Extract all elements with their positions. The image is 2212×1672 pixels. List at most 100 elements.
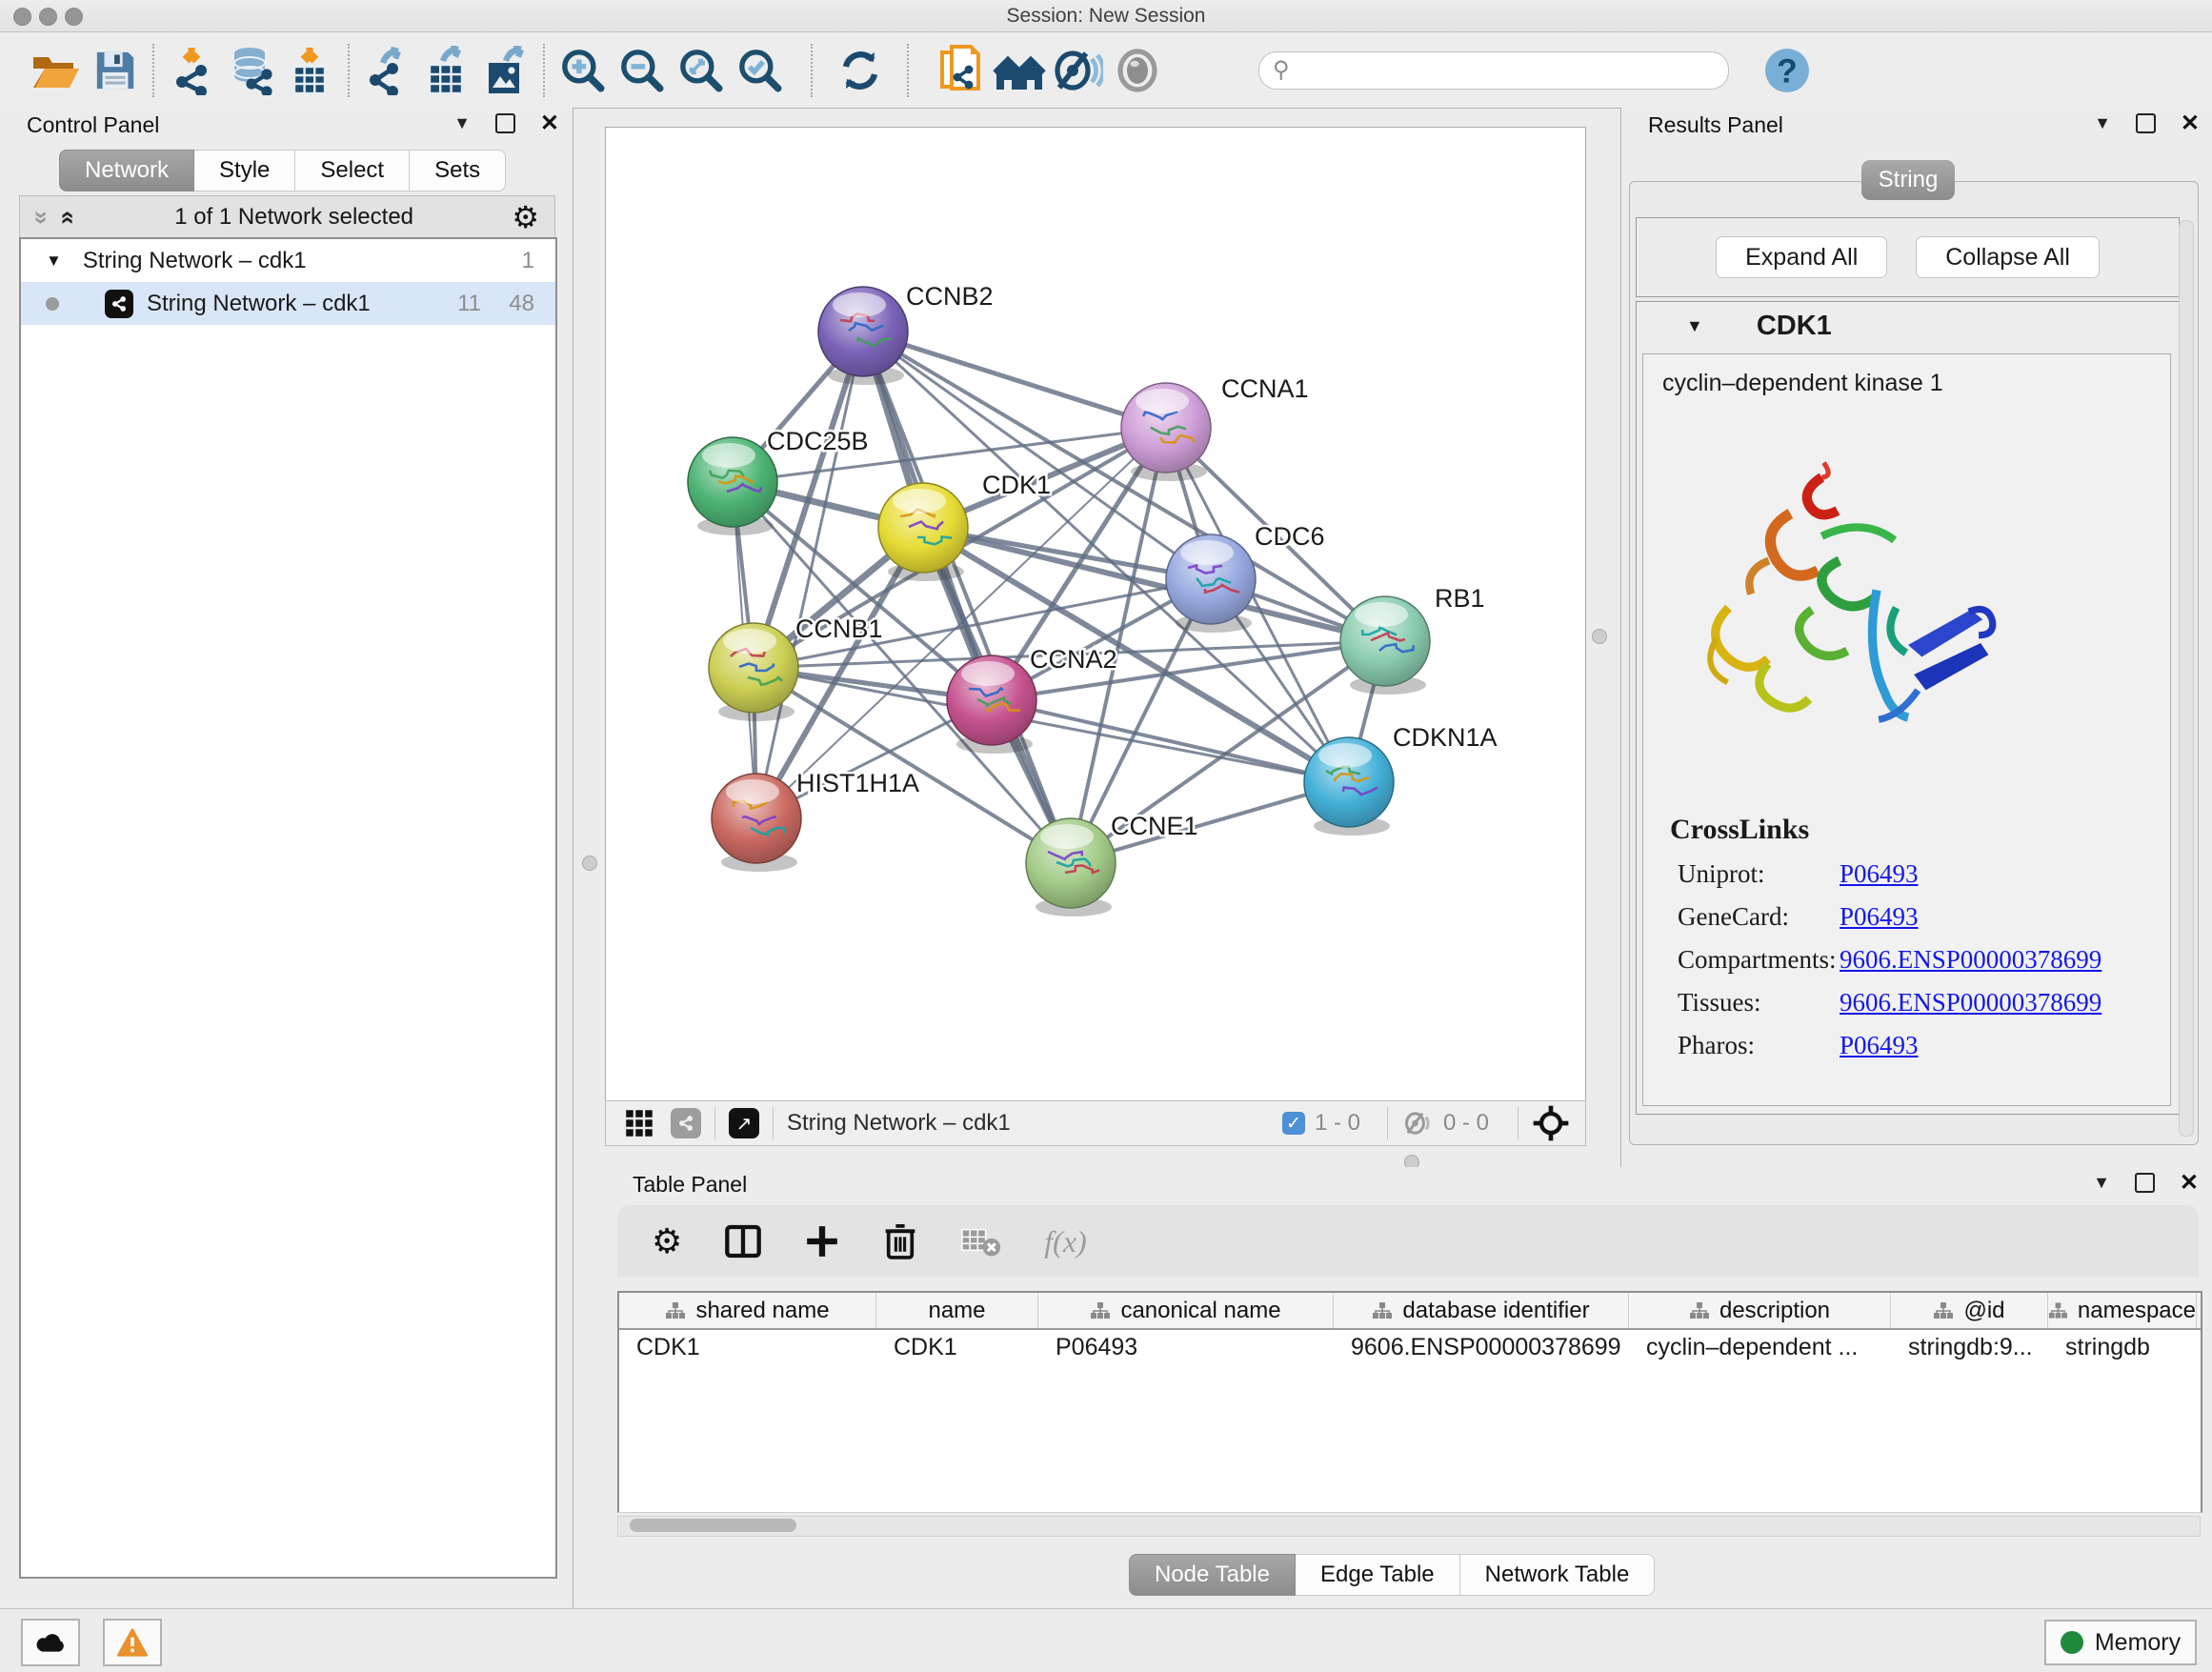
- column-header-shared-name[interactable]: shared name: [619, 1293, 876, 1328]
- cloud-status-button[interactable]: [21, 1619, 80, 1666]
- export-network-button[interactable]: [358, 43, 417, 98]
- birds-eye-view-button[interactable]: [1108, 43, 1167, 98]
- right-splitter-grip[interactable]: [1592, 629, 1607, 644]
- tab-string[interactable]: String: [1861, 160, 1955, 200]
- crosslink-link[interactable]: P06493: [1840, 859, 2170, 889]
- search-input[interactable]: [1296, 57, 1699, 84]
- table-cell[interactable]: CDK1: [619, 1330, 876, 1365]
- edge-CCNA2-CDKN1A[interactable]: [992, 700, 1349, 782]
- expand-all-networks-icon[interactable]: «: [54, 211, 84, 224]
- collection-expand-caret[interactable]: ▼: [46, 252, 62, 271]
- import-network-database-button[interactable]: [222, 43, 281, 98]
- edge-CCNB2-CCNA1[interactable]: [863, 332, 1166, 428]
- crosslink-link[interactable]: P06493: [1840, 1031, 2170, 1060]
- network-collection-row[interactable]: ▼ String Network – cdk1 1: [21, 239, 555, 282]
- table-cell[interactable]: 9606.ENSP00000378699: [1334, 1330, 1629, 1365]
- node-CDK1[interactable]: CDK1: [878, 471, 1051, 581]
- zoom-in-button[interactable]: [553, 43, 613, 98]
- show-hide-graphics-button[interactable]: [1049, 43, 1108, 98]
- table-cell[interactable]: stringdb: [2048, 1330, 2197, 1365]
- node-CCNB1[interactable]: CCNB1: [709, 614, 883, 721]
- tab-style[interactable]: Style: [194, 150, 295, 191]
- network-row[interactable]: String Network – cdk1 11 48: [21, 282, 555, 325]
- panel-menu-icon[interactable]: ▼: [453, 113, 471, 133]
- export-table-button[interactable]: [417, 43, 476, 98]
- close-panel-icon[interactable]: ✕: [540, 115, 559, 131]
- create-column-icon[interactable]: [804, 1223, 840, 1259]
- memory-button[interactable]: Memory: [2044, 1620, 2197, 1665]
- section-expand-caret[interactable]: ▼: [1686, 316, 1703, 336]
- home-button[interactable]: [990, 43, 1049, 98]
- node-CCNA1[interactable]: CCNA1: [1121, 374, 1309, 481]
- node-RB1[interactable]: RB1: [1340, 584, 1485, 695]
- scrollbar-thumb[interactable]: [630, 1519, 796, 1532]
- network-view-canvas[interactable]: CCNB2 CCNA1 CDC25B CDK1 CDC6 RB1 CCNB1: [605, 127, 1586, 1102]
- function-builder-icon[interactable]: f(x): [1044, 1224, 1086, 1259]
- delete-column-icon[interactable]: [882, 1222, 918, 1260]
- panel-menu-icon[interactable]: ▼: [2094, 113, 2111, 133]
- crosslink-link[interactable]: 9606.ENSP00000378699: [1840, 988, 2170, 1017]
- node-HIST1H1A[interactable]: HIST1H1A: [712, 769, 919, 872]
- show-columns-icon[interactable]: [724, 1222, 762, 1260]
- column-header--id[interactable]: @id: [1891, 1293, 2048, 1328]
- node-CCNA2[interactable]: CCNA2: [947, 645, 1117, 754]
- import-table-button[interactable]: [281, 43, 340, 98]
- zoom-fit-button[interactable]: [672, 43, 731, 98]
- refresh-view-button[interactable]: [831, 43, 890, 98]
- column-header-namespace[interactable]: namespace: [2048, 1293, 2197, 1328]
- node-CDC6[interactable]: CDC6: [1166, 522, 1325, 633]
- collapse-all-button[interactable]: Collapse All: [1916, 236, 2100, 278]
- crosslink-link[interactable]: P06493: [1840, 902, 2170, 932]
- table-horizontal-scrollbar[interactable]: [617, 1516, 2201, 1537]
- column-header-name[interactable]: name: [876, 1293, 1038, 1328]
- table-cell[interactable]: cyclin–dependent ...: [1629, 1330, 1891, 1365]
- table-row[interactable]: CDK1CDK1P064939606.ENSP00000378699cyclin…: [619, 1330, 2201, 1365]
- expand-all-button[interactable]: Expand All: [1716, 236, 1887, 278]
- import-network-file-button[interactable]: [163, 43, 222, 98]
- node-CCNE1[interactable]: CCNE1: [1026, 812, 1198, 917]
- column-header-description[interactable]: description: [1629, 1293, 1891, 1328]
- help-button[interactable]: ?: [1758, 43, 1817, 98]
- edge-CCNB2-HIST1H1A[interactable]: [756, 332, 863, 818]
- tab-node-table[interactable]: Node Table: [1129, 1554, 1296, 1596]
- collapse-all-networks-icon[interactable]: »: [28, 211, 57, 224]
- zoom-out-button[interactable]: [613, 43, 672, 98]
- close-panel-icon[interactable]: ✕: [2180, 1175, 2199, 1191]
- annotation-button[interactable]: [931, 43, 990, 98]
- table-cell[interactable]: stringdb:9...: [1891, 1330, 2048, 1365]
- column-header-canonical-name[interactable]: canonical name: [1038, 1293, 1334, 1328]
- selected-checkbox-icon[interactable]: ✓: [1282, 1112, 1305, 1135]
- tab-select[interactable]: Select: [295, 150, 410, 191]
- tab-network[interactable]: Network: [59, 150, 194, 191]
- network-options-gear-icon[interactable]: ⚙: [512, 202, 539, 232]
- left-splitter-grip[interactable]: [582, 856, 597, 871]
- table-cell[interactable]: P06493: [1038, 1330, 1334, 1365]
- network-icon-gray[interactable]: [671, 1108, 701, 1138]
- table-options-gear-icon[interactable]: ⚙: [652, 1224, 682, 1259]
- results-scrollbar[interactable]: [2179, 220, 2194, 1137]
- panel-menu-icon[interactable]: ▼: [2093, 1173, 2110, 1193]
- zoom-selected-button[interactable]: [731, 43, 790, 98]
- table-cell[interactable]: CDK1: [876, 1330, 1038, 1365]
- export-image-button[interactable]: [476, 43, 535, 98]
- string-network-graph[interactable]: CCNB2 CCNA1 CDC25B CDK1 CDC6 RB1 CCNB1: [606, 128, 1583, 1099]
- warnings-button[interactable]: [103, 1619, 162, 1666]
- float-panel-icon[interactable]: [2135, 1173, 2155, 1193]
- column-header-database-identifier[interactable]: database identifier: [1334, 1293, 1629, 1328]
- delete-table-icon[interactable]: [960, 1225, 1002, 1258]
- crosslink-link[interactable]: 9606.ENSP00000378699: [1840, 945, 2170, 975]
- open-in-browser-icon[interactable]: ↗: [729, 1108, 759, 1138]
- open-file-button[interactable]: [27, 43, 86, 98]
- float-panel-icon[interactable]: [495, 113, 515, 133]
- tab-network-table[interactable]: Network Table: [1460, 1554, 1656, 1596]
- tab-edge-table[interactable]: Edge Table: [1296, 1554, 1460, 1596]
- grid-view-icon[interactable]: [625, 1109, 654, 1138]
- node-CDKN1A[interactable]: CDKN1A: [1304, 723, 1498, 836]
- close-panel-icon[interactable]: ✕: [2181, 115, 2200, 131]
- hidden-eye-slash-icon[interactable]: [1401, 1110, 1434, 1137]
- gene-section-header[interactable]: ▼ CDK1: [1637, 302, 2179, 350]
- save-session-button[interactable]: [86, 43, 145, 98]
- tab-sets[interactable]: Sets: [410, 150, 506, 191]
- float-panel-icon[interactable]: [2136, 113, 2156, 133]
- pan-crosshair-icon[interactable]: [1532, 1104, 1570, 1142]
